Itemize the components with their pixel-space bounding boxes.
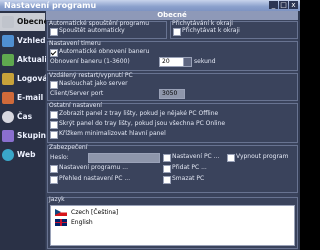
refresh-interval-input[interactable]: 20 (159, 57, 185, 67)
protect-exit-label: Vypnout program (236, 153, 289, 160)
autostart-checkbox[interactable] (50, 28, 58, 36)
tray-label: Přichytávat k okraji (182, 27, 240, 34)
czech-flag-icon (55, 209, 67, 216)
port-label: Client/Server port (50, 90, 104, 97)
sidebar-item-groups[interactable]: Skupiny (0, 127, 51, 145)
refresh-unit-label: sekund (194, 58, 216, 65)
sidebar-item-label: Obecné (17, 17, 49, 26)
hide-panel-online-label: Skrýt panel do tray lišty, pokud jsou vš… (59, 120, 226, 127)
settings-content: Obecné Automatické spouštění programu Sp… (46, 11, 298, 250)
protect-pc-overview-checkbox[interactable] (50, 176, 58, 184)
listen-server-checkbox[interactable] (50, 81, 58, 89)
list-item[interactable]: Czech [Čeština] (53, 208, 292, 217)
language-option-label: Czech [Čeština] (71, 209, 119, 216)
maximize-button[interactable]: □ (279, 1, 288, 9)
protect-program-settings-checkbox[interactable] (50, 165, 58, 173)
uk-flag-icon (55, 219, 67, 226)
show-panel-offline-label: Zobrazit panel z tray lišty, pokud je ně… (59, 110, 219, 117)
password-input[interactable] (88, 153, 160, 163)
sidebar-item-web[interactable]: Web (0, 146, 45, 164)
window-title: Nastavení programu (4, 1, 97, 10)
timer-group-title: Nastavení timeru (49, 40, 101, 47)
protect-add-pc-checkbox[interactable] (163, 165, 171, 173)
security-group-title: Zabezpečení (49, 144, 88, 151)
autostart-label: Spouštět automaticky (59, 27, 125, 34)
sidebar-item-label: Web (17, 150, 36, 159)
refresh-interval-label: Obnovení baneru (1-3600) (50, 58, 130, 65)
protect-delete-pc-label: Smazat PC (172, 175, 205, 182)
protect-pc-settings-checkbox[interactable] (163, 154, 171, 162)
settings-window: Nastavení programu _ □ x Obecné Vzhled A… (0, 0, 300, 250)
page-title: Obecné (46, 11, 298, 20)
language-list[interactable]: Czech [Čeština] English (50, 205, 295, 246)
listen-server-label: Naslouchat jako server (59, 80, 128, 87)
port-input[interactable]: 3050 (159, 89, 185, 99)
web-icon (2, 149, 14, 161)
close-minimizes-label: Křížkem minimalizovat hlavní panel (59, 130, 166, 137)
sidebar: Obecné Vzhled Aktualizace Logování E-mai… (0, 11, 66, 250)
language-option-label: English (71, 219, 93, 226)
update-icon (2, 54, 14, 66)
email-icon (2, 92, 14, 104)
protect-program-settings-label: Nastavení programu ... (59, 164, 128, 171)
sidebar-item-email[interactable]: E-mail (0, 89, 45, 107)
refresh-interval-stepper[interactable] (183, 57, 192, 67)
other-settings-title: Ostatní nastavení (49, 102, 102, 109)
show-panel-offline-checkbox[interactable] (50, 111, 58, 119)
general-icon (2, 16, 14, 28)
protect-add-pc-label: Přidat PC ... (172, 164, 207, 171)
protect-pc-overview-label: Přehled nastavení PC ... (59, 175, 131, 182)
sidebar-item-general[interactable]: Obecné (0, 13, 49, 31)
sidebar-item-time[interactable]: Čas (0, 108, 45, 126)
language-group-title: Jazyk (49, 196, 65, 203)
sidebar-item-logging[interactable]: Logování (0, 70, 55, 88)
sidebar-item-update[interactable]: Aktualizace (0, 51, 66, 69)
auto-refresh-label: Automatické obnovení baneru (59, 48, 150, 55)
appearance-icon (2, 35, 14, 47)
sidebar-item-label: E-mail (17, 93, 44, 102)
auto-refresh-checkbox[interactable] (50, 49, 58, 57)
protect-pc-settings-label: Nastavení PC ... (172, 153, 220, 160)
sidebar-item-appearance[interactable]: Vzhled (0, 32, 46, 50)
close-button[interactable]: x (289, 1, 298, 9)
clock-icon (2, 111, 14, 123)
title-bar: Nastavení programu _ □ x (0, 0, 300, 11)
protect-exit-checkbox[interactable] (227, 154, 235, 162)
password-label: Heslo: (50, 154, 69, 161)
minimize-button[interactable]: _ (269, 1, 278, 9)
list-item[interactable]: English (53, 218, 292, 227)
hide-panel-online-checkbox[interactable] (50, 121, 58, 129)
server-group-title: Vzdálený restart/vypnutí PC (49, 72, 133, 79)
close-minimizes-checkbox[interactable] (50, 131, 58, 139)
logging-icon (2, 73, 14, 85)
protect-delete-pc-checkbox[interactable] (163, 176, 171, 184)
sidebar-item-label: Čas (17, 112, 33, 121)
sidebar-item-label: Vzhled (17, 36, 46, 45)
groups-icon (2, 130, 14, 142)
tray-checkbox[interactable] (173, 28, 181, 36)
